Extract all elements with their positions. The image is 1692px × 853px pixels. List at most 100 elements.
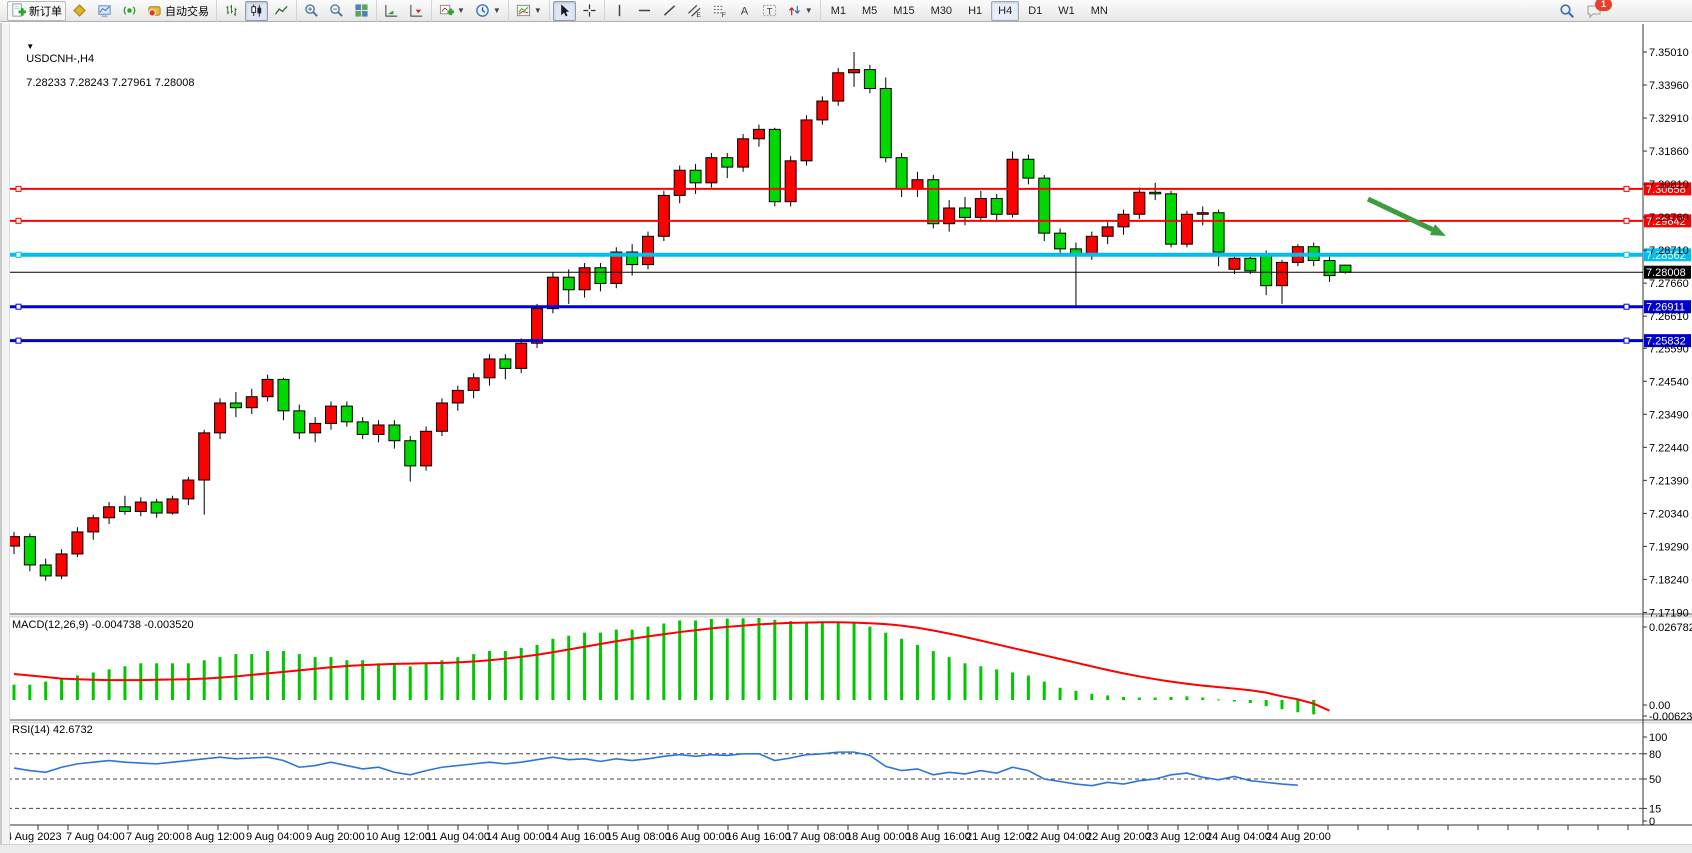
add-indicator-caret-icon[interactable]: ▼ <box>457 7 465 15</box>
chart-title: ▼ USDCNH-,H4 7.28233 7.28243 7.27961 7.2… <box>14 29 194 101</box>
macd-histogram-bar <box>900 639 903 700</box>
timeframe-mn[interactable]: MN <box>1084 1 1115 21</box>
vertical-line-button[interactable] <box>608 1 631 21</box>
templates-button[interactable]: ▼ <box>512 1 546 21</box>
chart-canvas[interactable]: 7.306587.296427.285627.269117.258327.280… <box>0 23 1692 852</box>
main-toolbar: 新订单 自动交易 <box>0 0 1692 22</box>
new-order-label: 新订单 <box>29 3 62 19</box>
candle-bull <box>532 309 543 344</box>
trendline-button[interactable] <box>658 1 681 21</box>
timeframe-w1[interactable]: W1 <box>1051 1 1082 21</box>
zoom-in-button[interactable] <box>300 1 323 21</box>
macd-histogram-bar <box>884 633 887 700</box>
add-indicator-button[interactable]: ▼ <box>435 1 469 21</box>
macd-histogram-bar <box>361 660 364 700</box>
fibonacci-button[interactable]: F <box>708 1 731 21</box>
macd-histogram-bar <box>139 663 142 700</box>
level-handle[interactable] <box>16 338 21 343</box>
cursor-button[interactable] <box>553 1 576 21</box>
notifications-button[interactable]: 1 <box>1582 1 1606 21</box>
signals-button[interactable] <box>118 1 141 21</box>
level-handle[interactable] <box>1624 218 1629 223</box>
chart-symbol-period: USDCNH-,H4 <box>26 53 94 65</box>
timeframe-h1[interactable]: H1 <box>961 1 989 21</box>
time-tick-label: 17 Aug 08:00 <box>786 831 851 843</box>
timeframe-group: M1 M5 M15 M30 H1 H4 D1 W1 MN <box>820 0 1118 22</box>
macd-histogram-bar <box>599 633 602 700</box>
timeframe-m5[interactable]: M5 <box>855 1 884 21</box>
text-button[interactable]: A <box>733 1 756 21</box>
periods-caret-icon[interactable]: ▼ <box>493 7 501 15</box>
candle-bear <box>278 379 289 410</box>
level-handle[interactable] <box>1624 338 1629 343</box>
tile-windows-icon <box>354 3 369 18</box>
equidistant-channel-button[interactable]: E <box>683 1 706 21</box>
timeframe-m15[interactable]: M15 <box>886 1 921 21</box>
timeframe-h4[interactable]: H4 <box>991 1 1019 21</box>
timeframe-d1[interactable]: D1 <box>1021 1 1049 21</box>
new-order-button[interactable]: 新订单 <box>7 1 66 21</box>
candle-bear <box>563 277 574 290</box>
zoom-group <box>296 0 376 22</box>
level-handle[interactable] <box>1624 304 1629 309</box>
candle-bull <box>56 554 67 576</box>
price-tick-label: 7.20340 <box>1649 508 1689 520</box>
periods-button[interactable]: ▼ <box>471 1 505 21</box>
macd-histogram-bar <box>979 666 982 700</box>
horizontal-line-button[interactable] <box>633 1 656 21</box>
price-axis[interactable]: 7.350107.339607.329107.318607.308107.297… <box>1643 47 1689 619</box>
bid-price-line: 7.28008 <box>8 266 1691 280</box>
time-tick-label: 22 Aug 20:00 <box>1086 831 1151 843</box>
crosshair-button[interactable] <box>578 1 601 21</box>
macd-histogram-bar <box>203 660 206 700</box>
candle-bear <box>151 502 162 513</box>
tile-windows-button[interactable] <box>350 1 373 21</box>
autotrading-button[interactable]: 自动交易 <box>143 1 213 21</box>
candle-bear <box>1213 213 1224 252</box>
candle-bull <box>706 158 717 183</box>
time-tick-label: 16 Aug 00:00 <box>666 831 731 843</box>
templates-caret-icon[interactable]: ▼ <box>534 7 542 15</box>
bar-chart-button[interactable] <box>220 1 243 21</box>
macd-histogram-bar <box>805 622 808 700</box>
search-icon <box>1559 3 1575 19</box>
arrow-annotation[interactable] <box>1368 199 1446 236</box>
level-handle[interactable] <box>16 186 21 191</box>
candle-bear <box>1245 258 1256 271</box>
level-handle[interactable] <box>1624 252 1629 257</box>
candle-bull <box>785 161 796 202</box>
level-handle[interactable] <box>16 304 21 309</box>
level-handle[interactable] <box>16 252 21 257</box>
macd-histogram-bar <box>123 666 126 700</box>
candlestick-chart-button[interactable] <box>245 1 268 21</box>
chevron-down-icon[interactable]: ▼ <box>26 42 34 51</box>
candle-bear <box>960 208 971 217</box>
search-button[interactable] <box>1555 1 1579 21</box>
timeframe-m1[interactable]: M1 <box>824 1 853 21</box>
horizontal-level-lines[interactable]: 7.306587.296427.285627.269117.25832 <box>8 182 1691 347</box>
time-axis[interactable]: 4 Aug 20237 Aug 04:007 Aug 20:008 Aug 12… <box>6 825 1628 843</box>
candle-bull <box>9 537 20 546</box>
time-tick-label: 15 Aug 08:00 <box>606 831 671 843</box>
rsi-pane: 1008050150 <box>8 732 1667 828</box>
macd-histogram-bar <box>187 663 190 700</box>
crosshair-icon <box>582 3 597 18</box>
level-handle[interactable] <box>16 218 21 223</box>
market-depth-button[interactable] <box>68 1 91 21</box>
chart-shift-button[interactable] <box>405 1 428 21</box>
macd-indicator-label: MACD(12,26,9) -0.004738 -0.003520 <box>12 619 194 631</box>
macd-histogram-bar <box>1138 698 1141 700</box>
timeframe-m30[interactable]: M30 <box>924 1 959 21</box>
zoom-out-icon <box>329 3 344 18</box>
chart-window-button[interactable] <box>93 1 116 21</box>
arrows-button[interactable]: ▼ <box>783 1 817 21</box>
level-handle[interactable] <box>1624 186 1629 191</box>
text-label-button[interactable]: T <box>758 1 781 21</box>
line-chart-button[interactable] <box>270 1 293 21</box>
macd-histogram-bar <box>995 669 998 700</box>
zoom-out-button[interactable] <box>325 1 348 21</box>
arrows-caret-icon[interactable]: ▼ <box>805 7 813 15</box>
macd-histogram-bar <box>948 657 951 700</box>
candle-bull <box>1277 262 1288 285</box>
auto-scroll-button[interactable] <box>380 1 403 21</box>
